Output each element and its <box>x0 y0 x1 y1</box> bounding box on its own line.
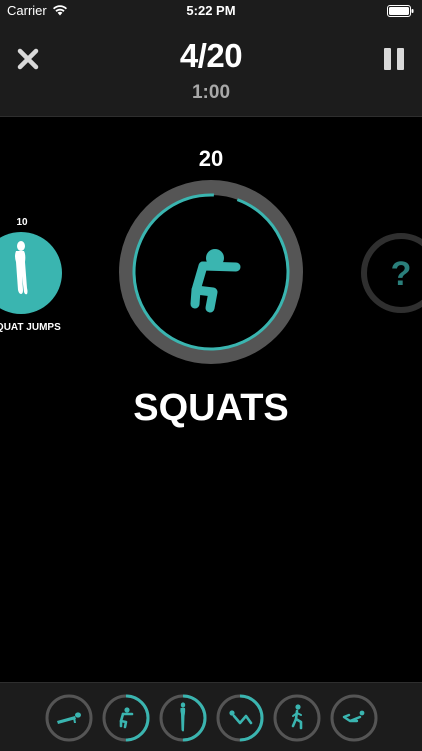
current-exercise-ring <box>119 180 303 364</box>
previous-exercise-button[interactable] <box>0 232 62 314</box>
exercise-progress-count: 4/20 <box>179 37 243 74</box>
battery-icon <box>387 5 414 17</box>
next-exercise-button[interactable]: ? <box>360 232 422 314</box>
workout-header: 4/20 1:00 <box>0 22 422 117</box>
exercise-thumb-situp[interactable] <box>216 694 264 742</box>
pause-icon[interactable] <box>383 47 405 71</box>
exercise-thumb-pushup[interactable] <box>45 694 93 742</box>
lunge-figure-icon <box>291 704 303 730</box>
exercise-thumb-squat[interactable] <box>102 694 150 742</box>
exercise-strip <box>0 682 422 751</box>
ring-track <box>119 180 303 364</box>
squat-figure-icon <box>119 707 134 729</box>
status-time: 5:22 PM <box>186 3 236 18</box>
exercise-thumb-lunge[interactable] <box>273 694 321 742</box>
jump-figure-icon <box>180 702 186 732</box>
status-bar: Carrier 5:22 PM <box>0 0 422 22</box>
current-exercise-reps: 20 <box>198 146 224 171</box>
exercise-thumb-jump[interactable] <box>159 694 207 742</box>
previous-exercise-name: SQUAT JUMPS <box>0 322 61 333</box>
elapsed-time: 1:00 <box>191 82 231 103</box>
next-exercise-symbol: ? <box>391 255 412 293</box>
exercise-thumb-crunch[interactable] <box>330 694 378 742</box>
previous-exercise-reps: 10 <box>16 217 28 228</box>
pushup-figure-icon <box>57 712 81 724</box>
situp-figure-icon <box>229 710 253 725</box>
squat-figure-icon <box>190 249 241 313</box>
current-exercise-name: SQUATS <box>133 387 289 429</box>
crunch-figure-icon <box>342 710 365 723</box>
